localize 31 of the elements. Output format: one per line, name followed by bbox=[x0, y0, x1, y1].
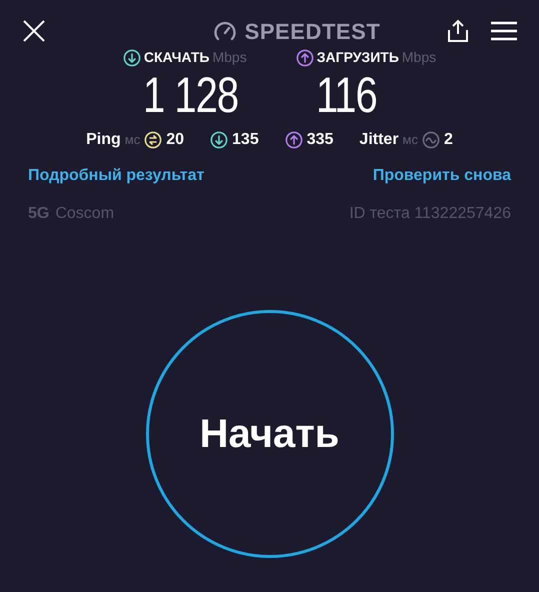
wave-circle-icon bbox=[422, 131, 440, 149]
stat-value: 135 bbox=[232, 130, 259, 150]
gauge-icon bbox=[212, 20, 237, 42]
menu-icon[interactable] bbox=[490, 21, 517, 41]
speed-label: ЗАГРУЗИТЬ bbox=[316, 48, 399, 67]
app-title: SPEEDTEST bbox=[244, 18, 380, 46]
down-arrow-circle-icon bbox=[210, 131, 228, 149]
speed-unit: Mbps bbox=[402, 48, 436, 67]
up-arrow-circle-icon bbox=[296, 48, 314, 66]
test-id: ID теста 11322257426 bbox=[349, 204, 511, 224]
stat-label: Ping bbox=[86, 130, 121, 150]
stat-value: 20 bbox=[166, 130, 184, 150]
speed-value: 116 bbox=[316, 68, 377, 122]
up-arrow-circle-icon bbox=[284, 131, 303, 149]
network-type: 5G bbox=[28, 204, 50, 224]
close-icon[interactable] bbox=[22, 19, 46, 43]
share-icon[interactable] bbox=[446, 19, 469, 43]
provider-name: Coscom bbox=[55, 204, 114, 224]
stat-unit: мс bbox=[402, 131, 418, 150]
stat-unit: мс bbox=[124, 131, 140, 150]
speed-unit: Mbps bbox=[212, 48, 247, 67]
speed-value: 1 128 bbox=[142, 68, 238, 122]
down-arrow-circle-icon bbox=[122, 48, 141, 66]
result-link[interactable]: Проверить снова bbox=[372, 164, 511, 188]
start-button[interactable]: Начать bbox=[146, 310, 394, 558]
stat-value: 2 bbox=[444, 130, 453, 150]
stat-value: 335 bbox=[306, 130, 334, 150]
speed-label: СКАЧАТЬ bbox=[144, 48, 210, 67]
stat-label: Jitter bbox=[359, 130, 399, 150]
two-arrows-circle-icon bbox=[144, 131, 162, 149]
result-link[interactable]: Подробный результат bbox=[28, 164, 204, 188]
